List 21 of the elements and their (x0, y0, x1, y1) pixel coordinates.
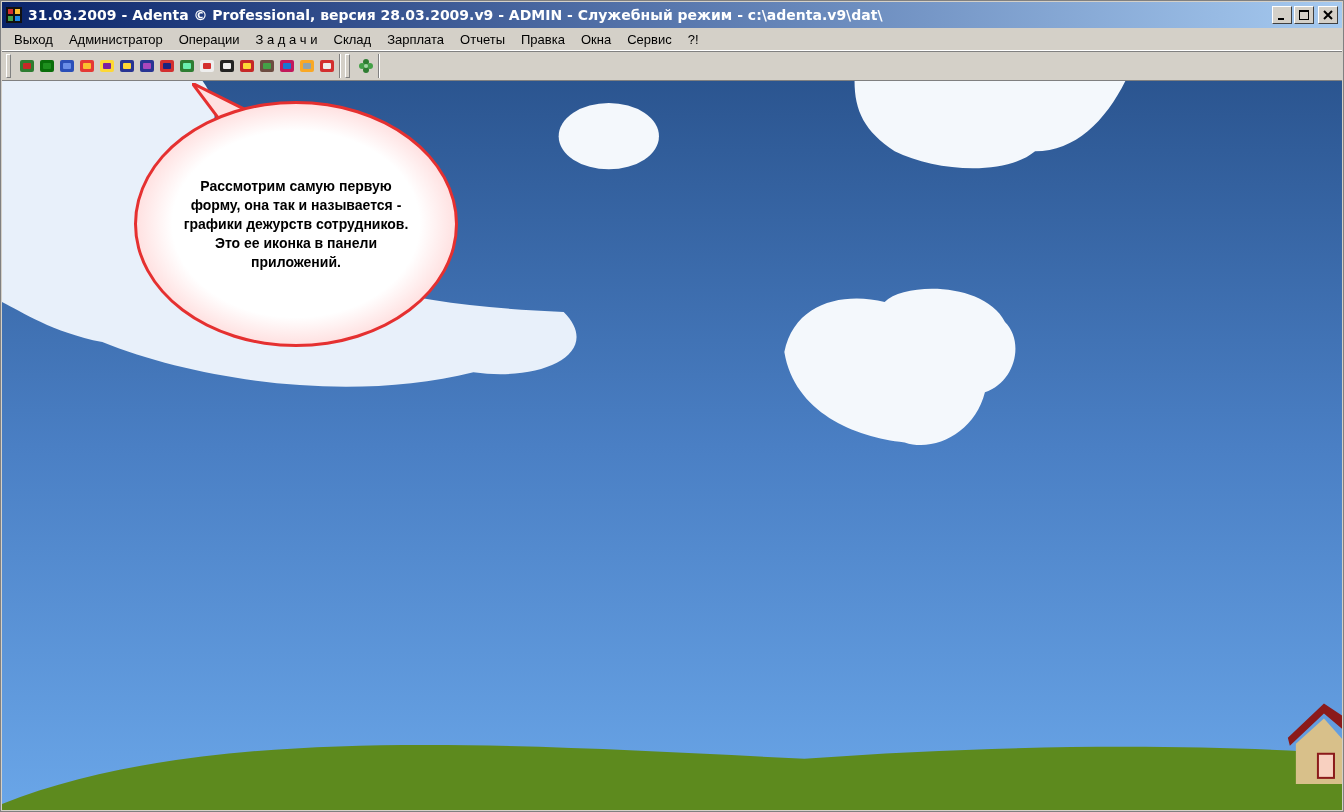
menu-item[interactable]: Отчеты (452, 31, 513, 47)
menu-item[interactable]: Операции (170, 31, 248, 47)
menu-item[interactable]: Зарплата (379, 31, 453, 47)
menu-item[interactable]: Выход (6, 31, 61, 47)
menu-item[interactable]: Администратор (60, 31, 171, 47)
menu-item[interactable]: ?! (679, 31, 707, 47)
maximize-button[interactable] (1294, 6, 1314, 24)
close-button[interactable] (1318, 6, 1338, 24)
app-icon (6, 7, 22, 23)
menu-item[interactable]: Сервис (619, 31, 680, 47)
close-icon (1323, 10, 1333, 20)
window-title: 31.03.2009 - Adenta © Professional, версия 28.03.2009.v9 - ADMIN - Служебный режим - c:\adenta.v9\dat\ (28, 7, 883, 23)
menu-item[interactable]: Правка (513, 31, 573, 47)
minimize-icon (1277, 18, 1284, 20)
menu-item[interactable]: З а д а ч и (247, 31, 326, 47)
maximize-icon (1299, 10, 1309, 20)
menu-item[interactable]: Склад (325, 31, 380, 47)
minimize-button[interactable] (1272, 6, 1292, 24)
menu-item[interactable]: Окна (572, 31, 620, 47)
flower-icon[interactable] (358, 58, 374, 74)
callout-text: Рассмотрим самую первую форму, она так и называется - графики дежурств сотрудников. Это ее иконка в панели приложений. (182, 176, 410, 272)
